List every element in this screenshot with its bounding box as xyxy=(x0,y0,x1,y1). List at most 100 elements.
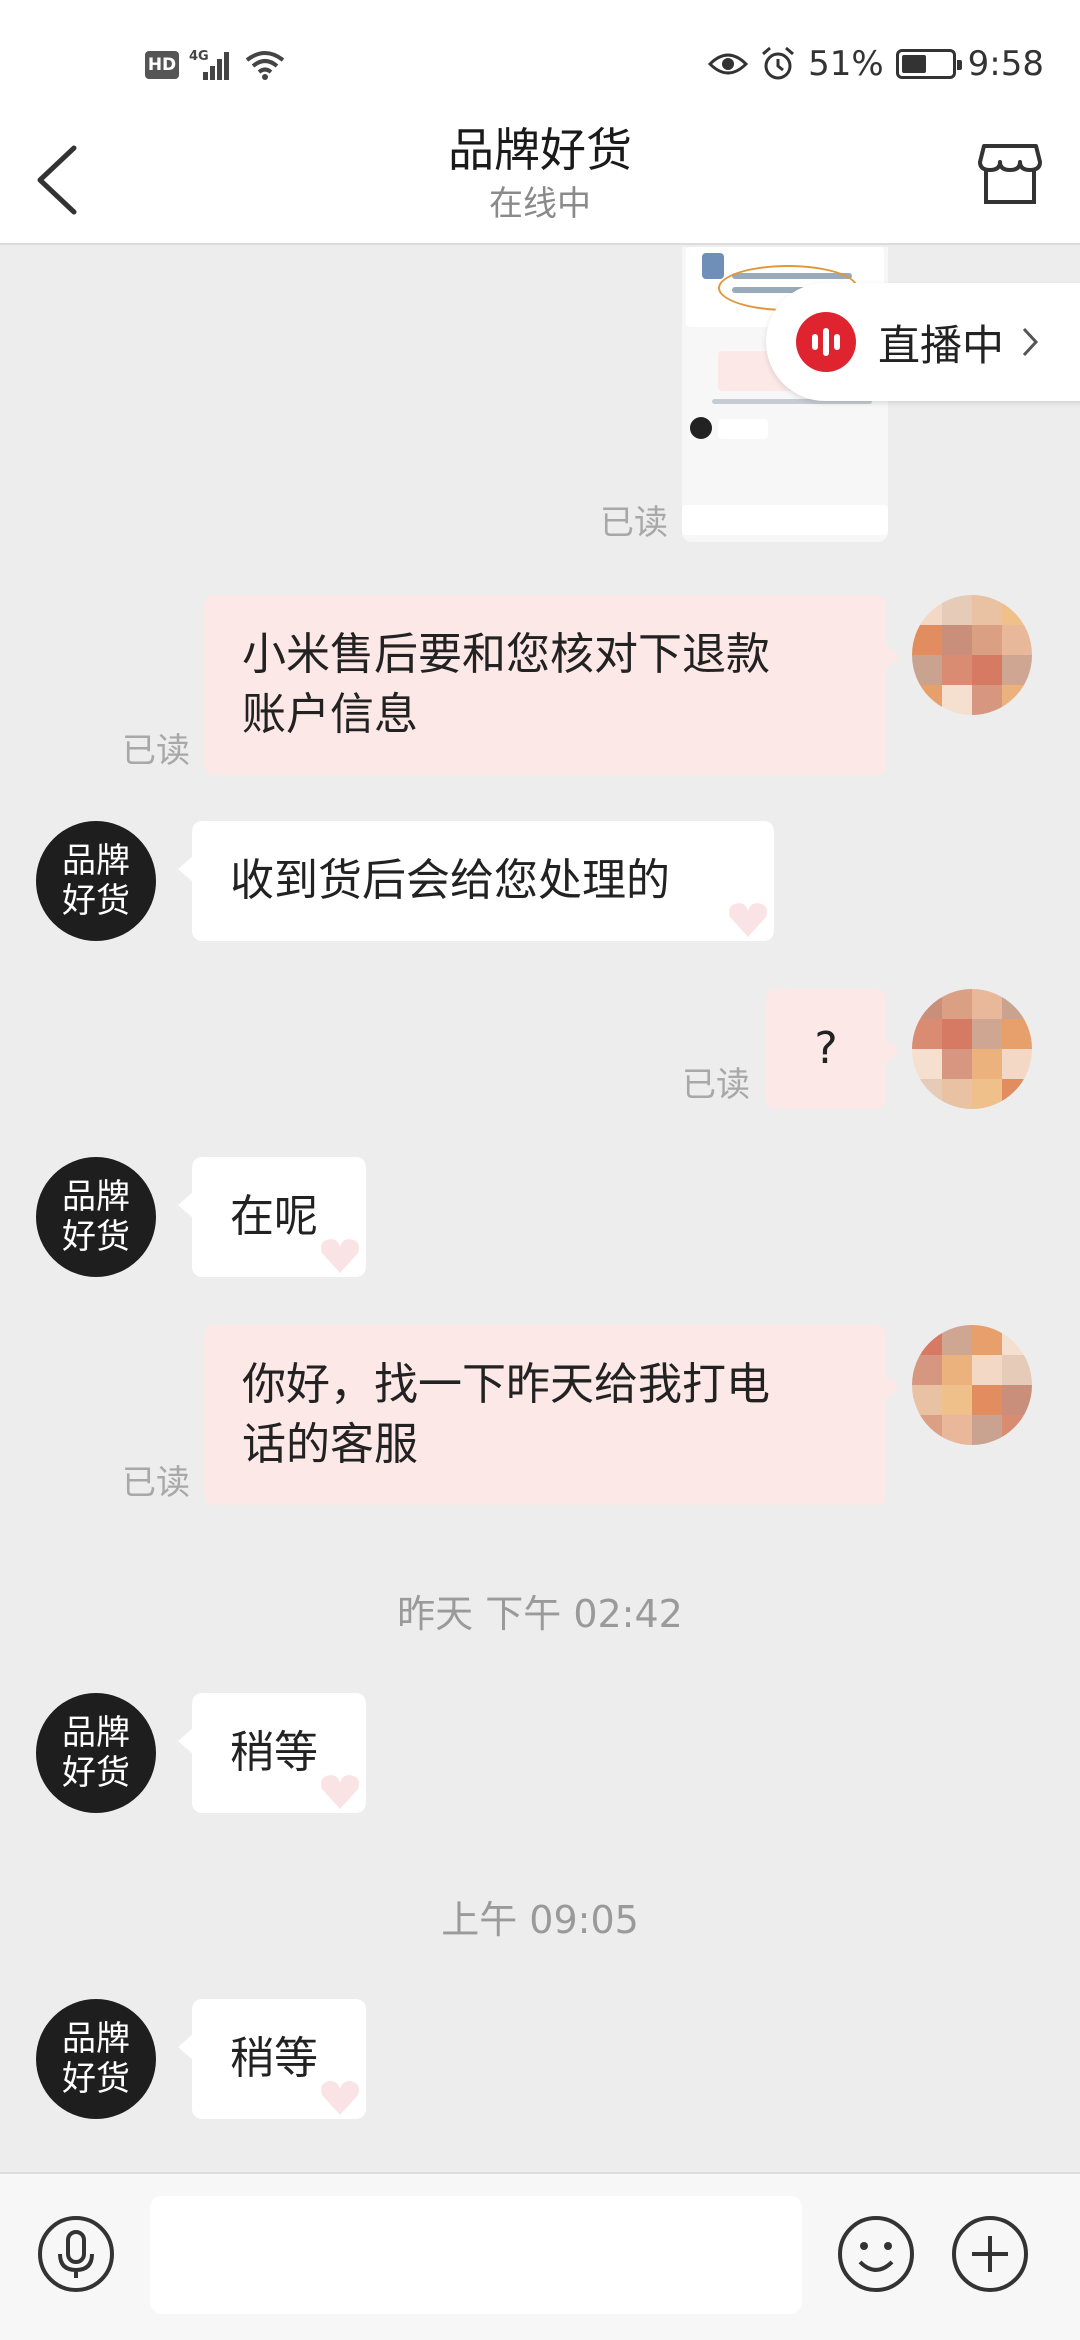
outgoing-message[interactable]: ? xyxy=(766,989,900,1109)
avatar-mosaic-tile xyxy=(942,655,972,685)
avatar-mosaic-tile xyxy=(912,1415,942,1445)
shop-avatar-line: 品牌 xyxy=(62,2019,130,2059)
shop-avatar-line: 好货 xyxy=(62,1753,130,1793)
avatar-mosaic-tile xyxy=(942,685,972,715)
watermark-icon xyxy=(321,1239,359,1273)
avatar-mosaic-tile xyxy=(1002,989,1032,1019)
avatar-mosaic-tile xyxy=(942,1385,972,1415)
emoji-icon[interactable] xyxy=(836,2214,916,2294)
message-text: ? xyxy=(814,1023,838,1074)
chevron-right-icon xyxy=(1022,327,1039,357)
chat-header: 品牌好货 在线中 xyxy=(0,100,1080,245)
avatar-mosaic-tile xyxy=(1002,625,1032,655)
message-text: 稍等 xyxy=(230,1727,318,1778)
outgoing-message[interactable]: 小米售后要和您核对下退款 账户信息 xyxy=(204,595,900,775)
mini-product-image xyxy=(702,253,724,279)
avatar-mosaic-tile xyxy=(972,625,1002,655)
hd-badge: HD xyxy=(145,51,179,79)
shop-avatar[interactable]: 品牌 好货 xyxy=(36,1157,156,1277)
avatar-mosaic-tile xyxy=(972,1385,1002,1415)
eye-comfort-icon xyxy=(708,53,749,75)
live-audio-icon xyxy=(796,312,856,372)
avatar-mosaic-tile xyxy=(972,1019,1002,1049)
online-status: 在线中 xyxy=(489,184,591,224)
shop-avatar-line: 品牌 xyxy=(62,1177,130,1217)
incoming-message[interactable]: 在呢 xyxy=(178,1157,366,1277)
avatar-mosaic-tile xyxy=(972,989,1002,1019)
avatar-mosaic-tile xyxy=(942,989,972,1019)
mini-shop-avatar xyxy=(690,417,712,439)
message-text: 收到货后会给您处理的 xyxy=(230,855,670,906)
avatar-mosaic-tile xyxy=(912,1019,942,1049)
watermark-icon xyxy=(321,1775,359,1809)
page-title: 品牌好货 xyxy=(448,123,632,177)
battery-level-fill xyxy=(901,55,927,73)
battery-icon xyxy=(895,49,962,79)
message-line: 你好，找一下昨天给我打电 xyxy=(242,1359,770,1410)
avatar-mosaic-tile xyxy=(972,1325,1002,1355)
shop-avatar-line: 品牌 xyxy=(62,841,130,881)
message-line: 小米售后要和您核对下退款 xyxy=(242,629,770,680)
avatar-mosaic-tile xyxy=(972,655,1002,685)
plus-icon[interactable] xyxy=(950,2214,1030,2294)
chat-message-list[interactable]: 已读 直播中 已读 小米售后要和您核对下退款 账户信息 品牌 好货 收到货后会给… xyxy=(0,247,1080,2172)
avatar-mosaic-tile xyxy=(1002,1355,1032,1385)
avatar-mosaic-tile xyxy=(912,1079,942,1109)
avatar-mosaic-tile xyxy=(972,1079,1002,1109)
message-line: 话的客服 xyxy=(242,1419,418,1470)
avatar-mosaic-tile xyxy=(912,1325,942,1355)
shop-avatar-line: 品牌 xyxy=(62,1713,130,1753)
avatar-mosaic-tile xyxy=(912,1385,942,1415)
message-input[interactable] xyxy=(150,2196,802,2314)
avatar-mosaic-tile xyxy=(1002,1049,1032,1079)
read-receipt: 已读 xyxy=(600,503,668,543)
read-receipt: 已读 xyxy=(682,1065,750,1105)
avatar-mosaic-tile xyxy=(942,595,972,625)
cellular-signal-icon: 4G xyxy=(189,49,229,80)
shop-avatar-line: 好货 xyxy=(62,2059,130,2099)
avatar-mosaic-tile xyxy=(912,685,942,715)
message-text: 在呢 xyxy=(230,1191,318,1242)
avatar-mosaic-tile xyxy=(942,1079,972,1109)
shop-avatar[interactable]: 品牌 好货 xyxy=(36,821,156,941)
avatar-mosaic-tile xyxy=(912,655,942,685)
avatar-mosaic-tile xyxy=(1002,1325,1032,1355)
battery-percent: 51% xyxy=(808,44,884,84)
incoming-message[interactable]: 稍等 xyxy=(178,1999,366,2119)
time-separator: 上午 09:05 xyxy=(441,1898,639,1942)
avatar-mosaic-tile xyxy=(1002,655,1032,685)
avatar-mosaic-tile xyxy=(972,685,1002,715)
shop-avatar[interactable]: 品牌 好货 xyxy=(36,1999,156,2119)
mini-input-bar xyxy=(682,505,888,535)
mini-bubble xyxy=(718,419,768,439)
store-icon[interactable] xyxy=(976,140,1044,208)
watermark-icon xyxy=(729,903,767,937)
live-stream-button[interactable]: 直播中 xyxy=(766,283,1080,401)
incoming-message[interactable]: 收到货后会给您处理的 xyxy=(178,821,774,941)
microphone-icon[interactable] xyxy=(36,2214,116,2294)
alarm-icon xyxy=(762,46,795,80)
avatar-mosaic-tile xyxy=(972,1415,1002,1445)
status-bar: HD 4G 51% 9:58 xyxy=(0,0,1080,100)
avatar-mosaic-tile xyxy=(942,1355,972,1385)
user-avatar[interactable] xyxy=(912,989,1032,1109)
watermark-icon xyxy=(321,2081,359,2115)
incoming-message[interactable]: 稍等 xyxy=(178,1693,366,1813)
message-text: 稍等 xyxy=(230,2033,318,2084)
avatar-mosaic-tile xyxy=(1002,1079,1032,1109)
avatar-mosaic-tile xyxy=(912,625,942,655)
read-receipt: 已读 xyxy=(122,731,190,771)
time-separator: 昨天 下午 02:42 xyxy=(397,1592,683,1636)
avatar-mosaic-tile xyxy=(942,1325,972,1355)
avatar-mosaic-tile xyxy=(912,1355,942,1385)
shop-avatar-line: 好货 xyxy=(62,881,130,921)
outgoing-message[interactable]: 你好，找一下昨天给我打电 话的客服 xyxy=(204,1325,900,1505)
avatar-mosaic-tile xyxy=(1002,595,1032,625)
avatar-mosaic-tile xyxy=(942,1049,972,1079)
shop-avatar[interactable]: 品牌 好货 xyxy=(36,1693,156,1813)
avatar-mosaic-tile xyxy=(1002,1019,1032,1049)
avatar-mosaic-tile xyxy=(942,625,972,655)
user-avatar[interactable] xyxy=(912,1325,1032,1445)
user-avatar[interactable] xyxy=(912,595,1032,715)
avatar-mosaic-tile xyxy=(972,595,1002,625)
